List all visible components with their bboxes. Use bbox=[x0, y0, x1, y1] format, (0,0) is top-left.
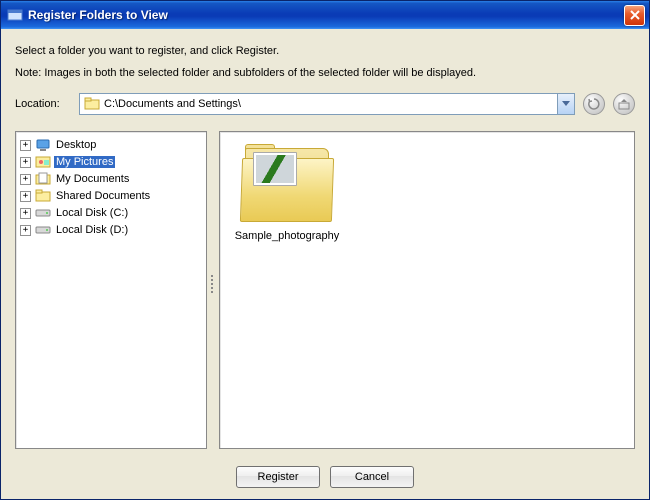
expand-toggle[interactable]: + bbox=[20, 157, 31, 168]
tree-node-label: My Documents bbox=[54, 173, 131, 185]
pane-splitter[interactable] bbox=[207, 131, 219, 449]
refresh-button[interactable] bbox=[583, 93, 605, 115]
dialog-window: Register Folders to View Select a folder… bbox=[0, 0, 650, 500]
cancel-button[interactable]: Cancel bbox=[330, 466, 414, 488]
refresh-icon bbox=[588, 98, 600, 110]
expand-toggle[interactable]: + bbox=[20, 208, 31, 219]
tree-node-my-pictures[interactable]: + My Pictures bbox=[18, 154, 204, 170]
folder-large-icon bbox=[239, 144, 335, 224]
location-label: Location: bbox=[15, 98, 71, 110]
tree-node-label: My Pictures bbox=[54, 156, 115, 168]
tree-node-my-documents[interactable]: + My Documents bbox=[18, 171, 204, 187]
disk-icon bbox=[35, 205, 51, 221]
close-icon bbox=[630, 10, 640, 20]
titlebar: Register Folders to View bbox=[1, 1, 649, 29]
folder-tree-pane[interactable]: + Desktop + My Pictures + My Documents + bbox=[15, 131, 207, 449]
content-folder-item[interactable]: Sample_photography bbox=[232, 144, 342, 242]
splitter-grip-icon bbox=[211, 275, 215, 305]
up-folder-button[interactable] bbox=[613, 93, 635, 115]
tree-node-label: Local Disk (D:) bbox=[54, 224, 130, 236]
tree-node-shared-documents[interactable]: + Shared Documents bbox=[18, 188, 204, 204]
location-path: C:\Documents and Settings\ bbox=[104, 98, 557, 110]
content-folder-label: Sample_photography bbox=[232, 230, 342, 242]
folder-tree: + Desktop + My Pictures + My Documents + bbox=[18, 137, 204, 238]
expand-toggle[interactable]: + bbox=[20, 191, 31, 202]
folder-up-icon bbox=[618, 98, 630, 110]
instruction-line-1: Select a folder you want to register, an… bbox=[15, 45, 635, 57]
location-combobox[interactable]: C:\Documents and Settings\ bbox=[79, 93, 575, 115]
tree-node-label: Local Disk (C:) bbox=[54, 207, 130, 219]
folder-path-icon bbox=[84, 96, 100, 112]
expand-toggle[interactable]: + bbox=[20, 174, 31, 185]
expand-toggle[interactable]: + bbox=[20, 140, 31, 151]
expand-toggle[interactable]: + bbox=[20, 225, 31, 236]
chevron-down-icon bbox=[562, 101, 570, 107]
app-icon bbox=[7, 7, 23, 23]
disk-icon bbox=[35, 222, 51, 238]
location-row: Location: C:\Documents and Settings\ bbox=[15, 93, 635, 115]
window-title: Register Folders to View bbox=[28, 8, 624, 22]
folder-icon bbox=[35, 188, 51, 204]
location-dropdown-button[interactable] bbox=[557, 94, 574, 114]
instruction-line-2: Note: Images in both the selected folder… bbox=[15, 67, 635, 79]
desktop-icon bbox=[35, 137, 51, 153]
folder-thumbnail bbox=[253, 152, 297, 186]
tree-node-label: Shared Documents bbox=[54, 190, 152, 202]
tree-node-local-disk-c[interactable]: + Local Disk (C:) bbox=[18, 205, 204, 221]
register-button[interactable]: Register bbox=[236, 466, 320, 488]
tree-node-local-disk-d[interactable]: + Local Disk (D:) bbox=[18, 222, 204, 238]
close-button[interactable] bbox=[624, 5, 645, 26]
pictures-icon bbox=[35, 154, 51, 170]
tree-node-desktop[interactable]: + Desktop bbox=[18, 137, 204, 153]
main-panes: + Desktop + My Pictures + My Documents + bbox=[1, 131, 649, 455]
dialog-buttons: Register Cancel bbox=[1, 455, 649, 499]
documents-icon bbox=[35, 171, 51, 187]
tree-node-label: Desktop bbox=[54, 139, 98, 151]
folder-content-pane[interactable]: Sample_photography bbox=[219, 131, 635, 449]
instructions-area: Select a folder you want to register, an… bbox=[1, 29, 649, 131]
